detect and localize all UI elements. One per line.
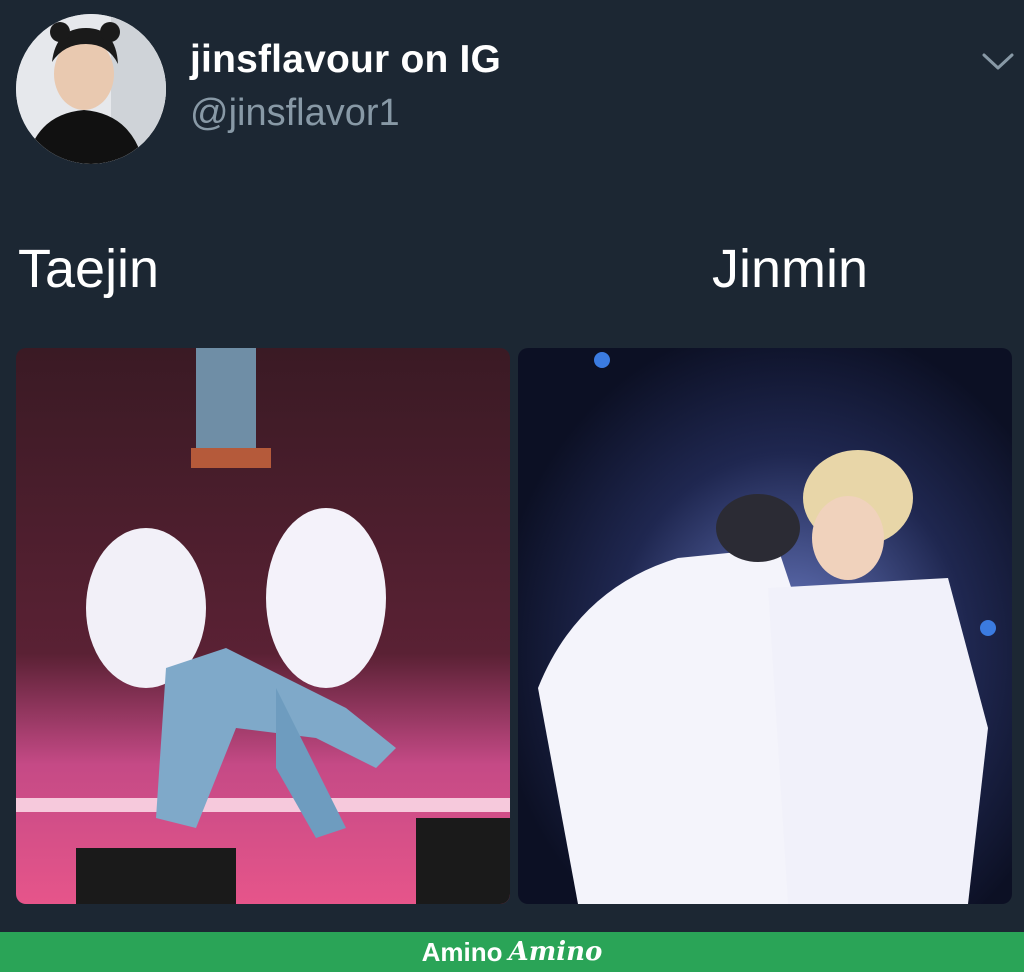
chevron-down-icon[interactable] [978, 46, 1018, 76]
right-caption: Jinmin [712, 239, 869, 299]
user-handle[interactable]: @jinsflavor1 [190, 92, 400, 135]
amino-footer-bar: Amino Amino [0, 932, 1024, 972]
left-caption: Taejin [18, 239, 160, 299]
display-name[interactable]: jinsflavour on IG [190, 38, 501, 82]
left-photo[interactable] [16, 348, 510, 904]
right-photo[interactable] [518, 348, 1012, 904]
amino-logo: Amino [508, 937, 603, 967]
profile-photo [16, 14, 166, 164]
amino-brand-text: Amino [421, 936, 503, 967]
profile-avatar[interactable] [16, 14, 166, 164]
